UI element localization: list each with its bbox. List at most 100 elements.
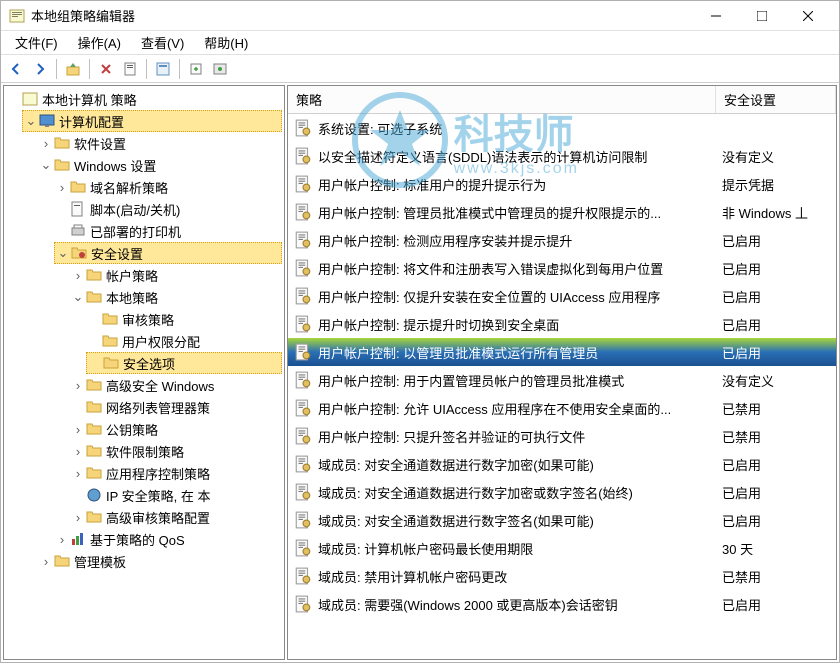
list-row[interactable]: 用户帐户控制: 标准用户的提升提示行为提示凭据 bbox=[288, 170, 836, 198]
policy-label: 域成员: 禁用计算机帐户密码更改 bbox=[318, 567, 507, 586]
titlebar: 本地组策略编辑器 bbox=[1, 1, 839, 31]
list-row[interactable]: 用户帐户控制: 允许 UIAccess 应用程序在不使用安全桌面的...已禁用 bbox=[288, 394, 836, 422]
refresh-button[interactable] bbox=[209, 58, 231, 80]
policy-label: 域成员: 对安全通道数据进行数字加密(如果可能) bbox=[318, 455, 594, 474]
tree-software-restriction[interactable]: › 软件限制策略 bbox=[70, 440, 282, 462]
list-row[interactable]: 域成员: 对安全通道数据进行数字加密或数字签名(始终) 已启用 bbox=[288, 478, 836, 506]
setting-cell: 非 Windows 丄 bbox=[716, 201, 836, 224]
list-row[interactable]: 用户帐户控制: 以管理员批准模式运行所有管理员已启用 bbox=[288, 338, 836, 366]
tree-computer-config[interactable]: ⌄ 计算机配置 bbox=[22, 110, 282, 132]
policy-cell: 域成员: 对安全通道数据进行数字加密或数字签名(始终) bbox=[288, 481, 716, 504]
up-button[interactable] bbox=[62, 58, 84, 80]
tree-public-key[interactable]: › 公钥策略 bbox=[70, 418, 282, 440]
tree-account-policy[interactable]: › 帐户策略 bbox=[70, 264, 282, 286]
tree-user-rights[interactable]: 用户权限分配 bbox=[86, 330, 282, 352]
tree-adv-audit[interactable]: › 高级审核策略配置 bbox=[70, 506, 282, 528]
expand-icon[interactable]: › bbox=[38, 135, 54, 151]
expand-icon[interactable]: › bbox=[70, 377, 86, 393]
tree-admin-templates[interactable]: › 管理模板 bbox=[38, 550, 282, 572]
tree-security-options[interactable]: 安全选项 bbox=[86, 352, 282, 374]
tree-app-control[interactable]: › 应用程序控制策略 bbox=[70, 462, 282, 484]
column-setting[interactable]: 安全设置 bbox=[716, 86, 836, 113]
list-row[interactable]: 域成员: 对安全通道数据进行数字签名(如果可能)已启用 bbox=[288, 506, 836, 534]
tree-network-list[interactable]: 网络列表管理器策 bbox=[70, 396, 282, 418]
expand-icon[interactable]: › bbox=[54, 179, 70, 195]
collapse-icon[interactable]: ⌄ bbox=[23, 113, 39, 129]
list-row[interactable]: 用户帐户控制: 管理员批准模式中管理员的提升权限提示的... 非 Windows … bbox=[288, 198, 836, 226]
list-row[interactable]: 用户帐户控制: 仅提升安装在安全位置的 UIAccess 应用程序已启用 bbox=[288, 282, 836, 310]
collapse-icon[interactable]: ⌄ bbox=[55, 245, 71, 261]
policy-cell: 域成员: 对安全通道数据进行数字签名(如果可能) bbox=[288, 509, 716, 532]
setting-cell: 没有定义 bbox=[716, 369, 836, 392]
maximize-button[interactable] bbox=[739, 1, 785, 31]
collapse-icon[interactable]: ⌄ bbox=[70, 289, 86, 305]
tree-dns-policy[interactable]: › 域名解析策略 bbox=[54, 176, 282, 198]
tree-deployed-printers[interactable]: 已部署的打印机 bbox=[54, 220, 282, 242]
expand-icon[interactable]: › bbox=[70, 443, 86, 459]
menu-action[interactable]: 操作(A) bbox=[68, 31, 131, 54]
tree-scripts[interactable]: 脚本(启动/关机) bbox=[54, 198, 282, 220]
list-row[interactable]: 以安全描述符定义语言(SDDL)语法表示的计算机访问限制没有定义 bbox=[288, 142, 836, 170]
policy-item-icon bbox=[294, 231, 312, 249]
policy-label: 用户帐户控制: 以管理员批准模式运行所有管理员 bbox=[318, 343, 598, 362]
tree-audit-policy[interactable]: 审核策略 bbox=[86, 308, 282, 330]
column-policy[interactable]: 策略 bbox=[288, 86, 716, 113]
policy-label: 用户帐户控制: 管理员批准模式中管理员的提升权限提示的... bbox=[318, 203, 661, 222]
policy-label: 域成员: 对安全通道数据进行数字加密或数字签名(始终) bbox=[318, 483, 633, 502]
back-button[interactable] bbox=[5, 58, 27, 80]
tree-root[interactable]: 本地计算机 策略 bbox=[6, 88, 282, 110]
expand-icon[interactable]: › bbox=[70, 421, 86, 437]
policy-label: 系统设置: 可选子系统 bbox=[318, 119, 442, 138]
list-row[interactable]: 系统设置: 可选子系统 bbox=[288, 114, 836, 142]
tree-adv-windows-firewall[interactable]: › 高级安全 Windows bbox=[70, 374, 282, 396]
list-row[interactable]: 域成员: 需要强(Windows 2000 或更高版本)会话密钥已启用 bbox=[288, 590, 836, 618]
setting-cell: 没有定义 bbox=[716, 145, 836, 168]
policy-cell: 域成员: 计算机帐户密码最长使用期限 bbox=[288, 537, 716, 560]
minimize-button[interactable] bbox=[693, 1, 739, 31]
list-row[interactable]: 用户帐户控制: 提示提升时切换到安全桌面已启用 bbox=[288, 310, 836, 338]
script-icon bbox=[70, 201, 86, 217]
properties-button[interactable] bbox=[119, 58, 141, 80]
list-row[interactable]: 域成员: 计算机帐户密码最长使用期限30 天 bbox=[288, 534, 836, 562]
expand-icon[interactable]: › bbox=[70, 267, 86, 283]
tree-ip-security[interactable]: IP 安全策略, 在 本 bbox=[70, 484, 282, 506]
tree-windows-settings[interactable]: ⌄ Windows 设置 bbox=[38, 154, 282, 176]
export-button[interactable] bbox=[185, 58, 207, 80]
policy-cell: 用户帐户控制: 将文件和注册表写入错误虚拟化到每用户位置 bbox=[288, 257, 716, 280]
setting-cell: 已启用 bbox=[716, 313, 836, 336]
setting-cell: 已启用 bbox=[716, 285, 836, 308]
list-row[interactable]: 用户帐户控制: 只提升签名并验证的可执行文件已禁用 bbox=[288, 422, 836, 450]
expand-icon[interactable]: › bbox=[38, 553, 54, 569]
forward-button[interactable] bbox=[29, 58, 51, 80]
menu-file[interactable]: 文件(F) bbox=[5, 31, 68, 54]
tree-panel[interactable]: 本地计算机 策略 ⌄ 计算机配置 › 软件设置 bbox=[3, 85, 285, 660]
tree-local-policy[interactable]: ⌄ 本地策略 bbox=[70, 286, 282, 308]
tree-security-settings[interactable]: ⌄ 安全设置 bbox=[54, 242, 282, 264]
tree-qos[interactable]: › 基于策略的 QoS bbox=[54, 528, 282, 550]
tree-software-settings[interactable]: › 软件设置 bbox=[38, 132, 282, 154]
policy-cell: 用户帐户控制: 以管理员批准模式运行所有管理员 bbox=[288, 341, 716, 364]
list-panel[interactable]: 策略 安全设置 系统设置: 可选子系统以安全描述符定义语言(SDDL)语法表示的… bbox=[287, 85, 837, 660]
expand-icon[interactable]: › bbox=[70, 465, 86, 481]
setting-cell: 已启用 bbox=[716, 481, 836, 504]
expander-icon[interactable] bbox=[6, 91, 22, 107]
collapse-icon[interactable]: ⌄ bbox=[38, 157, 54, 173]
list-row[interactable]: 域成员: 禁用计算机帐户密码更改已禁用 bbox=[288, 562, 836, 590]
list-row[interactable]: 用户帐户控制: 用于内置管理员帐户的管理员批准模式没有定义 bbox=[288, 366, 836, 394]
menu-view[interactable]: 查看(V) bbox=[131, 31, 194, 54]
filter-button[interactable] bbox=[152, 58, 174, 80]
expand-icon[interactable]: › bbox=[70, 509, 86, 525]
menu-help[interactable]: 帮助(H) bbox=[194, 31, 258, 54]
list-row[interactable]: 用户帐户控制: 检测应用程序安装并提示提升已启用 bbox=[288, 226, 836, 254]
policy-item-icon bbox=[294, 539, 312, 557]
policy-cell: 用户帐户控制: 管理员批准模式中管理员的提升权限提示的... bbox=[288, 201, 716, 224]
policy-item-icon bbox=[294, 455, 312, 473]
list-row[interactable]: 域成员: 对安全通道数据进行数字加密(如果可能)已启用 bbox=[288, 450, 836, 478]
folder-icon bbox=[103, 355, 119, 371]
list-row[interactable]: 用户帐户控制: 将文件和注册表写入错误虚拟化到每用户位置已启用 bbox=[288, 254, 836, 282]
expand-icon[interactable]: › bbox=[54, 531, 70, 547]
delete-button[interactable] bbox=[95, 58, 117, 80]
policy-cell: 域成员: 对安全通道数据进行数字加密(如果可能) bbox=[288, 453, 716, 476]
policy-label: 域成员: 对安全通道数据进行数字签名(如果可能) bbox=[318, 511, 594, 530]
close-button[interactable] bbox=[785, 1, 831, 31]
